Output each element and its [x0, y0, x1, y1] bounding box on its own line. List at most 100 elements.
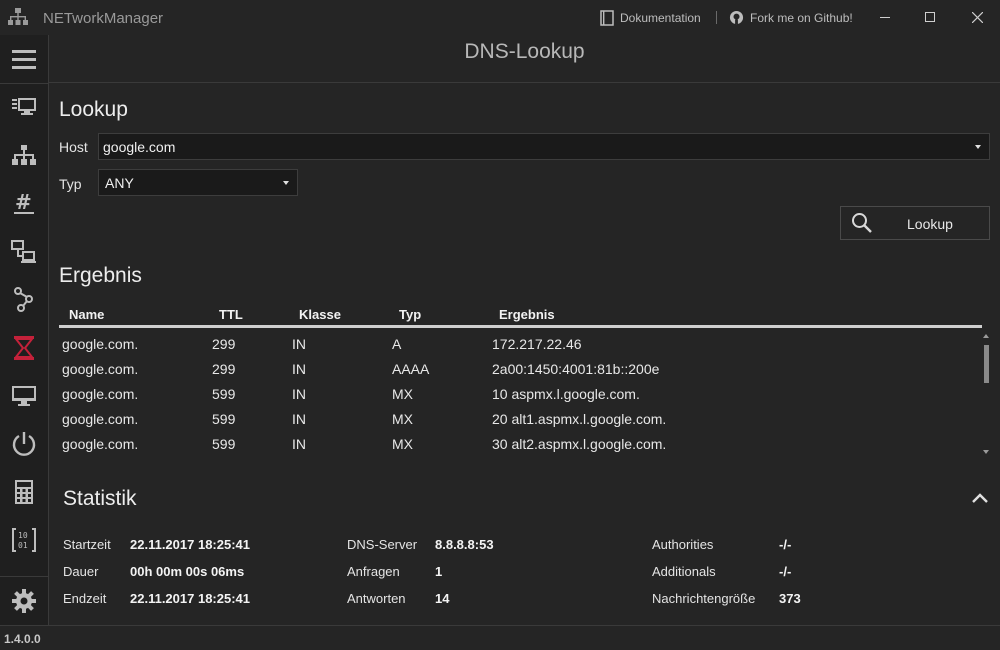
- chevron-up-icon[interactable]: [971, 492, 989, 504]
- cell-name: google.com.: [62, 336, 139, 352]
- table-row[interactable]: google.com. 599 IN MX 10 aspmx.l.google.…: [59, 382, 982, 407]
- lookup-button[interactable]: Lookup: [840, 206, 990, 240]
- close-button[interactable]: [962, 5, 992, 29]
- menu-icon: [12, 50, 36, 69]
- queries-label: Anfragen: [347, 564, 400, 579]
- binary-icon: 10 01: [12, 528, 36, 552]
- cell-ttl: 599: [212, 411, 236, 427]
- sidebar-item-monitor[interactable]: [0, 374, 48, 418]
- table-row[interactable]: google.com. 599 IN MX 30 alt2.aspmx.l.go…: [59, 432, 982, 457]
- cell-ttl: 299: [212, 336, 236, 352]
- network-logo-icon: [8, 8, 28, 25]
- network-interface-icon: [12, 98, 36, 115]
- subnet-calculator-icon: #: [14, 192, 34, 214]
- chevron-down-icon[interactable]: [283, 180, 289, 185]
- title-separator: [716, 11, 717, 24]
- sidebar-item-dns-lookup[interactable]: [0, 326, 48, 370]
- result-section-title: Ergebnis: [59, 264, 142, 287]
- cell-class: IN: [292, 336, 306, 352]
- cell-name: google.com.: [62, 411, 139, 427]
- cell-type: A: [392, 336, 402, 352]
- search-icon: [852, 213, 872, 233]
- cell-type: MX: [392, 436, 413, 452]
- duration-value: 00h 00m 00s 06ms: [130, 564, 245, 579]
- column-header-ttl[interactable]: TTL: [219, 307, 243, 322]
- svg-text:01: 01: [18, 541, 28, 550]
- cell-class: IN: [292, 411, 306, 427]
- maximize-button[interactable]: [915, 5, 945, 29]
- book-icon: [600, 10, 614, 26]
- remote-desktop-icon: [11, 240, 36, 263]
- column-header-class[interactable]: Klasse: [299, 307, 341, 322]
- power-icon: [12, 432, 36, 456]
- table-row[interactable]: google.com. 299 IN AAAA 2a00:1450:4001:8…: [59, 357, 982, 382]
- chevron-down-icon[interactable]: [975, 144, 981, 149]
- cell-result: 172.217.22.46: [492, 336, 582, 352]
- sidebar-item-wake-on-lan[interactable]: [0, 422, 48, 466]
- lookup-section-title: Lookup: [59, 98, 128, 121]
- column-header-result[interactable]: Ergebnis: [499, 307, 555, 322]
- github-icon: [729, 10, 744, 25]
- close-icon: [971, 11, 983, 23]
- start-time-label: Startzeit: [63, 537, 111, 552]
- minimize-icon: [880, 17, 890, 18]
- scrollbar-thumb[interactable]: [984, 345, 989, 383]
- page-header: DNS-Lookup: [49, 35, 1000, 83]
- column-header-name[interactable]: Name: [69, 307, 104, 322]
- cell-type: MX: [392, 386, 413, 402]
- cell-class: IN: [292, 386, 306, 402]
- queries-value: 1: [435, 564, 443, 579]
- cell-name: google.com.: [62, 361, 139, 377]
- version-label: 1.4.0.0: [4, 632, 41, 646]
- maximize-icon: [925, 12, 935, 22]
- documentation-link[interactable]: Dokumentation: [600, 10, 701, 26]
- cell-name: google.com.: [62, 436, 139, 452]
- svg-text:#: #: [15, 192, 32, 214]
- cell-result: 10 aspmx.l.google.com.: [492, 386, 640, 402]
- dns-lookup-icon: [13, 336, 35, 360]
- message-size-label: Nachrichtengröße: [652, 591, 756, 606]
- scroll-down-arrow[interactable]: [983, 450, 989, 454]
- additionals-label: Additionals: [652, 564, 716, 579]
- github-label: Fork me on Github!: [750, 10, 853, 25]
- answers-label: Antworten: [347, 591, 406, 606]
- scroll-up-arrow[interactable]: [983, 334, 989, 338]
- cell-ttl: 599: [212, 386, 236, 402]
- minimize-button[interactable]: [870, 5, 900, 29]
- authorities-value: -/-: [779, 537, 792, 552]
- sidebar-item-bit-calculator[interactable]: 10 01: [0, 518, 48, 562]
- sidebar-item-traceroute[interactable]: [0, 278, 48, 322]
- end-time-label: Endzeit: [63, 591, 107, 606]
- type-label: Typ: [59, 176, 82, 192]
- dns-server-label: DNS-Server: [347, 537, 418, 552]
- status-bar: 1.4.0.0: [0, 625, 1000, 650]
- cell-class: IN: [292, 361, 306, 377]
- sidebar-menu-button[interactable]: [0, 37, 48, 81]
- sidebar-item-network-interface[interactable]: [0, 86, 48, 130]
- sidebar: # 10 01: [0, 35, 49, 625]
- ip-scanner-icon: [12, 145, 36, 165]
- cell-result: 2a00:1450:4001:81b::200e: [492, 361, 660, 377]
- table-row[interactable]: google.com. 599 IN MX 20 alt1.aspmx.l.go…: [59, 407, 982, 432]
- host-combobox[interactable]: google.com: [98, 133, 990, 160]
- sidebar-item-settings[interactable]: [0, 579, 48, 623]
- cell-ttl: 599: [212, 436, 236, 452]
- type-value: ANY: [105, 174, 134, 191]
- cell-ttl: 299: [212, 361, 236, 377]
- host-value: google.com: [103, 138, 176, 155]
- title-bar: NETworkManager Dokumentation Fork me on …: [0, 0, 1000, 35]
- column-header-type[interactable]: Typ: [399, 307, 421, 322]
- sidebar-item-subnet[interactable]: #: [0, 182, 48, 226]
- github-link[interactable]: Fork me on Github!: [729, 10, 853, 25]
- dns-server-value: 8.8.8.8:53: [435, 537, 494, 552]
- sidebar-divider: [0, 83, 48, 84]
- sidebar-item-ip-scanner[interactable]: [0, 134, 48, 178]
- sidebar-item-calculator[interactable]: [0, 470, 48, 514]
- table-row[interactable]: google.com. 299 IN A 172.217.22.46: [59, 332, 982, 357]
- calculator-icon: [15, 480, 33, 504]
- result-table-header: Name TTL Klasse Typ Ergebnis: [59, 305, 982, 328]
- additionals-value: -/-: [779, 564, 792, 579]
- message-size-value: 373: [779, 591, 801, 606]
- sidebar-item-remote-desktop[interactable]: [0, 230, 48, 274]
- type-select[interactable]: ANY: [98, 169, 298, 196]
